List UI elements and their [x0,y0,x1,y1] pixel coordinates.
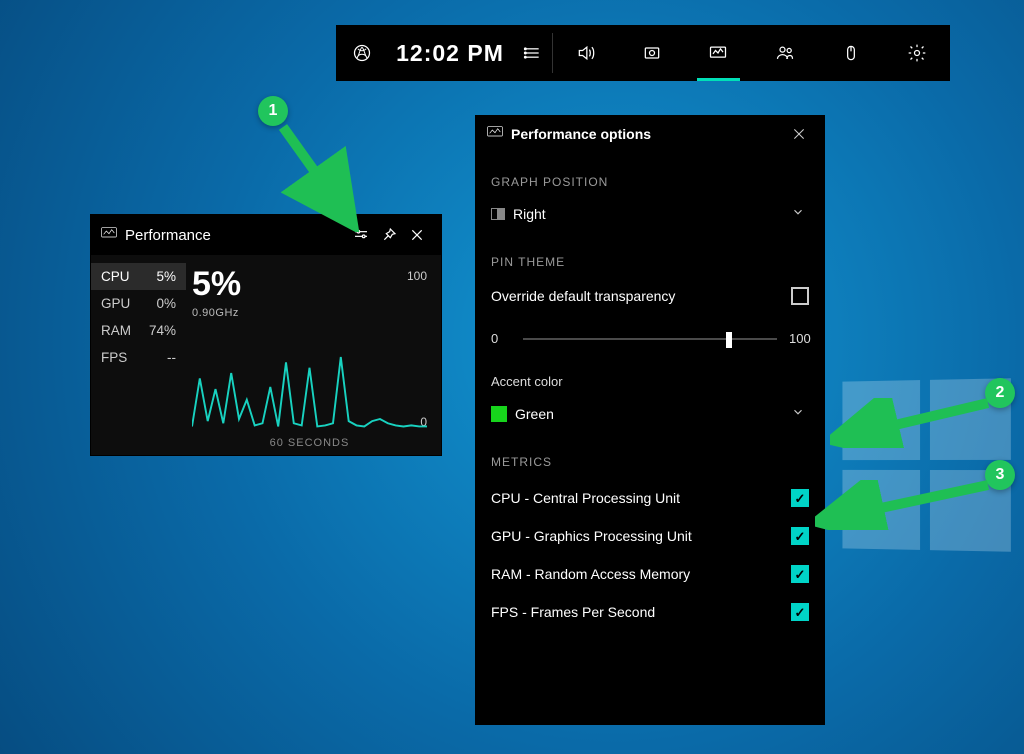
capture-icon[interactable] [619,25,685,81]
override-checkbox[interactable] [791,287,809,305]
performance-titlebar: Performance [91,215,441,255]
pin-theme-label: PIN THEME [491,255,809,269]
performance-options-panel: Performance options GRAPH POSITION Right… [475,115,825,725]
clock: 12:02 PM [388,40,512,67]
y-axis-max: 100 [407,269,427,283]
metric-gpu-checkbox[interactable] [791,527,809,545]
graph-position-dropdown[interactable]: Right [491,199,809,229]
xbox-icon [336,43,388,63]
big-value: 5% [192,267,427,301]
transparency-slider[interactable]: 0 100 [491,331,809,346]
chevron-down-icon [791,405,809,424]
graph-area: 5% 0.90GHz 100 0 60 SECONDS [186,255,441,455]
metric-fps-checkbox[interactable] [791,603,809,621]
mouse-icon[interactable] [818,25,884,81]
slider-track[interactable] [523,338,777,340]
metrics-list: CPU 5% GPU 0% RAM 74% FPS -- [91,255,186,455]
annotation-arrow-1 [278,122,368,232]
metric-gpu-row[interactable]: GPU - Graphics Processing Unit [491,517,809,555]
game-bar: 12:02 PM [336,25,950,81]
menu-icon[interactable] [512,25,552,81]
metric-row-fps[interactable]: FPS -- [91,344,186,371]
chevron-down-icon [791,205,809,224]
annotation-arrow-3 [815,480,1000,530]
performance-widget: Performance CPU 5% GPU 0% RAM 74% [90,214,442,456]
metric-row-ram[interactable]: RAM 74% [91,317,186,344]
metric-ram-row[interactable]: RAM - Random Access Memory [491,555,809,593]
metric-cpu-row[interactable]: CPU - Central Processing Unit [491,479,809,517]
metric-cpu-checkbox[interactable] [791,489,809,507]
metric-row-cpu[interactable]: CPU 5% [91,263,186,290]
performance-title-icon [101,226,117,244]
audio-icon[interactable] [553,25,619,81]
options-title: Performance options [511,126,785,142]
settings-icon[interactable] [884,25,950,81]
slider-thumb[interactable] [726,332,732,348]
annotation-arrow-2 [830,398,1000,448]
cpu-chart [192,325,427,432]
position-icon [491,208,513,220]
options-title-icon [487,125,503,143]
metrics-label: METRICS [491,455,809,469]
accent-swatch [491,406,507,422]
close-button[interactable] [403,221,431,249]
x-axis-label: 60 SECONDS [192,437,427,449]
override-transparency-row[interactable]: Override default transparency [491,279,809,313]
cpu-frequency: 0.90GHz [192,307,427,319]
options-close-button[interactable] [785,120,813,148]
graph-position-label: GRAPH POSITION [491,175,809,189]
metric-row-gpu[interactable]: GPU 0% [91,290,186,317]
social-icon[interactable] [752,25,818,81]
performance-icon[interactable] [685,25,751,81]
pin-button[interactable] [375,221,403,249]
accent-color-label: Accent color [491,374,809,389]
metric-fps-row[interactable]: FPS - Frames Per Second [491,593,809,631]
accent-color-dropdown[interactable]: Green [491,399,809,429]
metric-ram-checkbox[interactable] [791,565,809,583]
